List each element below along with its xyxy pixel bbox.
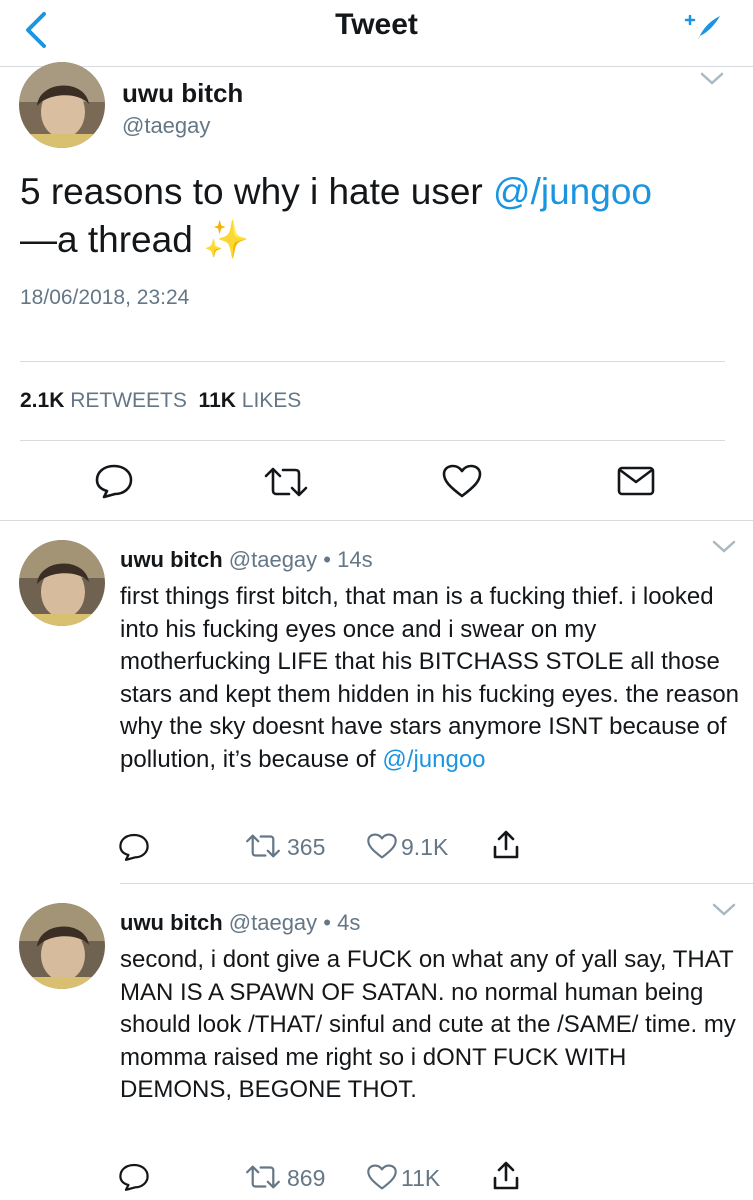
retweet-count: 869 xyxy=(287,1165,326,1191)
author-handle[interactable]: @taegay xyxy=(122,113,210,139)
reply-icon xyxy=(95,464,133,499)
heart-icon xyxy=(442,464,482,498)
tweet-stats[interactable]: 2.1K RETWEETS 11K LIKES xyxy=(20,389,301,413)
chevron-down-icon[interactable] xyxy=(712,540,736,554)
author-name[interactable]: uwu bitch xyxy=(120,547,223,572)
reply-time: 14s xyxy=(337,547,373,572)
author-handle[interactable]: @taegay xyxy=(229,547,317,572)
avatar[interactable] xyxy=(19,540,105,626)
retweets-label: RETWEETS xyxy=(70,389,187,412)
divider xyxy=(120,883,753,884)
like-count: 11K xyxy=(198,389,236,412)
chevron-down-icon[interactable] xyxy=(712,903,736,917)
like-button[interactable] xyxy=(366,1163,398,1191)
share-button[interactable] xyxy=(491,829,521,861)
author-name[interactable]: uwu bitch xyxy=(120,910,223,935)
reply-icon xyxy=(119,833,149,861)
share-button[interactable] xyxy=(616,465,656,497)
retweet-count: 2.1K xyxy=(20,389,65,412)
mail-icon xyxy=(617,466,655,496)
divider xyxy=(20,361,725,362)
retweet-button[interactable] xyxy=(244,833,282,859)
avatar[interactable] xyxy=(19,62,105,148)
retweet-button[interactable] xyxy=(244,1164,282,1190)
reply-icon xyxy=(119,1163,149,1191)
author-handle[interactable]: @taegay xyxy=(229,910,317,935)
dot-separator: • xyxy=(323,547,331,572)
share-icon xyxy=(493,1161,519,1190)
reply-button[interactable] xyxy=(94,463,134,499)
heart-icon xyxy=(367,1164,397,1190)
heart-icon xyxy=(367,833,397,859)
divider xyxy=(20,440,725,441)
compose-tweet-icon[interactable] xyxy=(684,12,722,42)
reply-button[interactable] xyxy=(118,832,150,862)
retweet-count: 365 xyxy=(287,834,326,860)
reply-time: 4s xyxy=(337,910,361,935)
mention-link[interactable]: @/jungoo xyxy=(493,171,652,212)
tweet-text: 5 reasons to why i hate user @/jungoo —a … xyxy=(20,171,652,260)
share-icon xyxy=(493,830,519,859)
like-count: 11K xyxy=(401,1165,441,1191)
avatar[interactable] xyxy=(19,903,105,989)
dot-separator: • xyxy=(323,910,331,935)
retweet-icon xyxy=(246,1165,280,1189)
divider xyxy=(0,520,753,521)
retweet-icon xyxy=(246,834,280,858)
reply-button[interactable] xyxy=(118,1162,150,1192)
reply-header: uwu bitch @taegay • 14s xyxy=(120,547,373,573)
author-name[interactable]: uwu bitch xyxy=(122,78,243,109)
reply-text: first things first bitch, that man is a … xyxy=(120,583,740,773)
retweet-icon xyxy=(264,467,308,497)
likes-label: LIKES xyxy=(241,389,302,412)
page-title: Tweet xyxy=(335,8,418,41)
like-count: 9.1K xyxy=(401,834,449,860)
like-button[interactable] xyxy=(441,463,483,499)
tweet-timestamp: 18/06/2018, 23:24 xyxy=(20,286,190,309)
mention-link[interactable]: @/jungoo xyxy=(382,746,485,773)
retweet-button[interactable] xyxy=(262,466,310,498)
reply-header: uwu bitch @taegay • 4s xyxy=(120,910,360,936)
share-button[interactable] xyxy=(491,1160,521,1192)
reply-text: second, i dont give a FUCK on what any o… xyxy=(120,946,736,1103)
like-button[interactable] xyxy=(366,832,398,860)
chevron-down-icon[interactable] xyxy=(700,72,724,86)
